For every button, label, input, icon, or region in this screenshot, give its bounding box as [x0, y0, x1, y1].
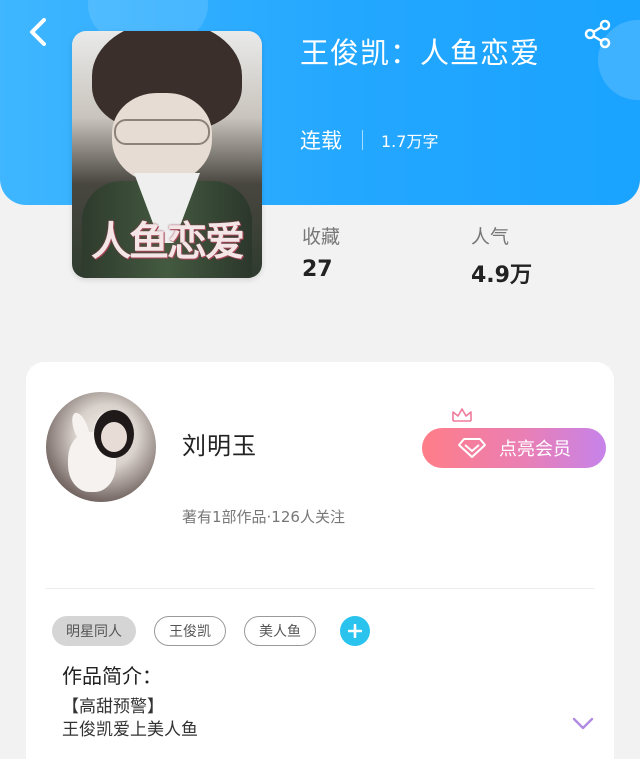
- favorites-value: 27: [302, 257, 333, 282]
- word-count: 1.7万字: [381, 132, 439, 151]
- avatar-art: [101, 422, 127, 452]
- plus-icon: [348, 624, 362, 638]
- expand-button[interactable]: [570, 714, 596, 734]
- popularity-label: 人气: [471, 226, 510, 248]
- avatar[interactable]: [46, 392, 156, 502]
- cover-title-text: 人鱼恋爱: [91, 218, 245, 265]
- add-tag-button[interactable]: [340, 616, 370, 646]
- divider: [46, 588, 594, 589]
- member-button[interactable]: 点亮会员: [422, 428, 606, 468]
- book-detail-page: 人鱼恋爱 王俊凯：人鱼恋爱 连载 1.7万字 收藏 27 人气 4.9万 刘明玉: [0, 0, 640, 759]
- book-cover[interactable]: 人鱼恋爱: [72, 31, 262, 278]
- cover-art: [114, 119, 210, 145]
- popularity-value: 4.9万: [471, 263, 532, 288]
- author-name[interactable]: 刘明玉: [182, 426, 257, 461]
- tag-chip[interactable]: 明星同人: [52, 616, 136, 646]
- favorites-stat: 收藏 27: [302, 222, 340, 282]
- chevron-left-icon: [30, 18, 46, 46]
- intro-line: 王俊凯爱上美人鱼: [62, 720, 198, 740]
- divider: [362, 130, 363, 150]
- share-button[interactable]: [580, 16, 616, 52]
- tag-chip[interactable]: 美人鱼: [244, 616, 316, 646]
- share-icon: [584, 19, 611, 49]
- author-meta: 著有1部作品·126人关注: [182, 508, 345, 526]
- member-button-label: 点亮会员: [499, 439, 571, 460]
- back-button[interactable]: [20, 14, 56, 50]
- book-status: 连载: [300, 129, 342, 153]
- book-title: 王俊凯：人鱼恋爱: [300, 36, 541, 70]
- diamond-icon: [458, 438, 486, 458]
- chevron-down-icon: [572, 717, 594, 730]
- favorites-label: 收藏: [302, 226, 341, 248]
- tag-list: 明星同人 王俊凯 美人鱼: [52, 616, 370, 646]
- intro-line: 【高甜预警】: [62, 697, 164, 717]
- author-card: 刘明玉 点亮会员 著有1部作品·126人关注 明星同人 王俊凯 美人鱼 作品简介…: [26, 362, 614, 759]
- book-meta: 连载 1.7万字: [300, 125, 438, 155]
- intro-title: 作品简介：: [62, 664, 162, 688]
- crown-icon: [452, 408, 472, 422]
- intro-text: 【高甜预警】 王俊凯爱上美人鱼: [62, 696, 198, 742]
- popularity-stat: 人气 4.9万: [471, 222, 532, 289]
- tag-chip[interactable]: 王俊凯: [154, 616, 226, 646]
